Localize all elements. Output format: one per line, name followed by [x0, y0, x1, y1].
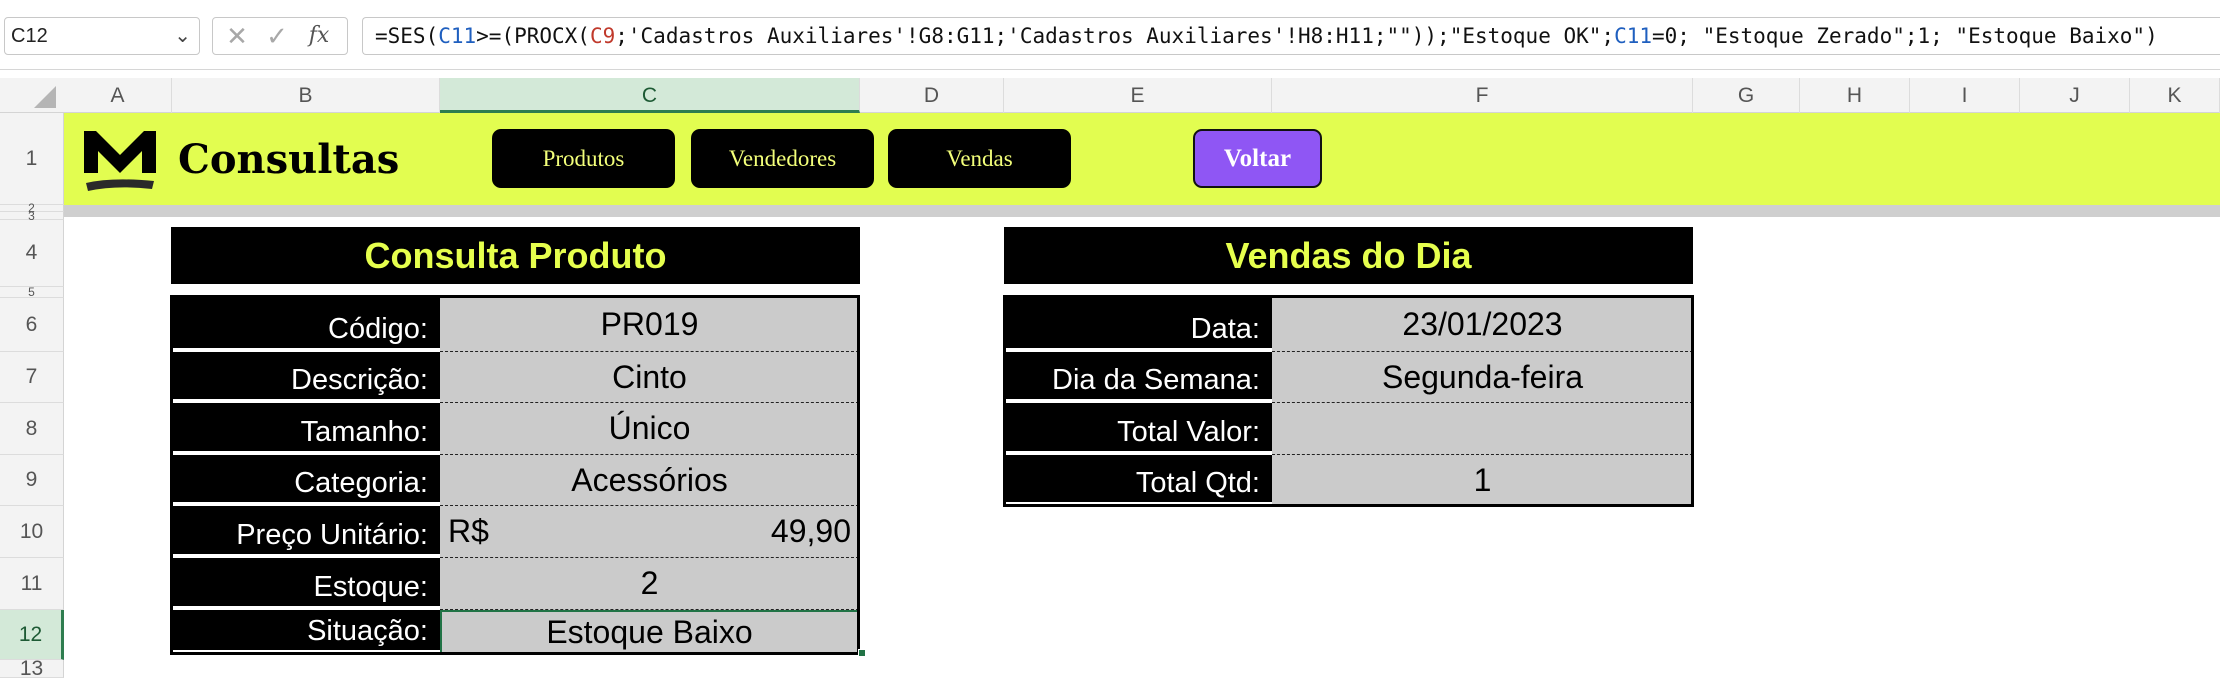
chevron-down-icon[interactable]: ⌄ [174, 18, 191, 54]
column-header-d[interactable]: D [860, 78, 1004, 113]
page-title: Consultas [178, 136, 400, 183]
name-box-value: C12 [11, 25, 48, 47]
row-header-12[interactable]: 12 [0, 610, 64, 660]
select-all-icon [34, 86, 56, 108]
currency-symbol: R$ [448, 513, 489, 549]
vendas-field-label: Data: [1004, 298, 1272, 348]
formula-bar: C12 ⌄ ✕ ✓ fx =SES(C11>=(PROCX(C9;'Cadast… [0, 0, 2220, 70]
formula-token: ;'Cadastros Auxiliares'!G8:G11;'Cadastro… [615, 24, 1615, 48]
formula-controls: ✕ ✓ fx [212, 17, 348, 55]
insert-function-icon[interactable]: fx [301, 18, 337, 54]
produto-field-label: Descrição: [171, 352, 440, 399]
row-header-5[interactable]: 5 [0, 285, 64, 299]
formula-token: C11 [438, 24, 477, 48]
produto-field-label: Categoria: [171, 455, 440, 502]
row-header-6[interactable]: 6 [0, 298, 64, 352]
column-header-h[interactable]: H [1800, 78, 1910, 113]
m-logo-icon [82, 127, 158, 193]
row-divider [171, 650, 440, 654]
row-header-10[interactable]: 10 [0, 506, 64, 558]
fill-handle[interactable] [858, 649, 866, 657]
produto-field-value[interactable]: R$ 49,90 [440, 506, 859, 558]
vendas-field-value[interactable]: Segunda-feira [1272, 352, 1693, 403]
column-header-j[interactable]: J [2020, 78, 2130, 113]
vendas-field-value[interactable] [1272, 403, 1693, 455]
name-box[interactable]: C12 ⌄ [4, 17, 200, 55]
row-header-3[interactable]: 3 [0, 209, 64, 223]
row-header-9[interactable]: 9 [0, 455, 64, 506]
produto-field-value[interactable]: Acessórios [440, 455, 859, 506]
vendas-field-label: Total Qtd: [1004, 455, 1272, 502]
formula-token: =SES( [375, 24, 439, 48]
column-header-c[interactable]: C [440, 78, 860, 113]
column-header-e[interactable]: E [1004, 78, 1272, 113]
row-header-11[interactable]: 11 [0, 558, 64, 610]
produto-field-label: Situação: [171, 610, 440, 650]
vendas-field-label: Total Valor: [1004, 403, 1272, 451]
column-header-b[interactable]: B [172, 78, 440, 113]
formula-input[interactable]: =SES(C11>=(PROCX(C9;'Cadastros Auxiliare… [362, 17, 2220, 55]
banner-divider [64, 205, 2220, 217]
vendas-field-value[interactable]: 23/01/2023 [1272, 298, 1693, 352]
row-header-13[interactable]: 13 [0, 657, 64, 680]
vendas-do-dia-title: Vendas do Dia [1004, 227, 1693, 284]
produto-field-label: Código: [171, 298, 440, 348]
column-header-i[interactable]: I [1910, 78, 2020, 113]
produto-field-value[interactable]: Único [440, 403, 859, 455]
produto-field-value[interactable]: Cinto [440, 352, 859, 403]
column-header-g[interactable]: G [1693, 78, 1800, 113]
formula-token: =0; "Estoque Zerado";1; "Estoque Baixo") [1652, 24, 2158, 48]
produto-field-value[interactable]: PR019 [440, 298, 859, 352]
column-header-k[interactable]: K [2130, 78, 2220, 113]
produto-field-label: Estoque: [171, 558, 440, 606]
produto-field-label: Preço Unitário: [171, 506, 440, 554]
formula-token: C11 [1614, 24, 1652, 48]
price-value: 49,90 [770, 513, 851, 549]
column-header-bar: ABCDEFGHIJK [0, 78, 2220, 113]
consulta-produto-title: Consulta Produto [171, 227, 860, 284]
vendas-field-value[interactable]: 1 [1272, 455, 1693, 506]
row-header-8[interactable]: 8 [0, 403, 64, 455]
cancel-icon[interactable]: ✕ [219, 18, 255, 54]
row-header-4[interactable]: 4 [0, 220, 64, 287]
column-header-f[interactable]: F [1272, 78, 1693, 113]
row-header-7[interactable]: 7 [0, 352, 64, 403]
vendedores-button[interactable]: Vendedores [691, 129, 874, 188]
produtos-button[interactable]: Produtos [492, 129, 675, 188]
vendas-button[interactable]: Vendas [888, 129, 1071, 188]
select-all-corner[interactable] [0, 78, 64, 113]
formula-token: C9 [589, 24, 616, 48]
voltar-button[interactable]: Voltar [1193, 129, 1322, 188]
produto-field-value[interactable]: 2 [440, 558, 859, 610]
row-divider [1004, 502, 1272, 506]
produto-field-value[interactable]: Estoque Baixo [440, 610, 859, 654]
row-header-1[interactable]: 1 [0, 113, 64, 205]
column-header-a[interactable]: A [64, 78, 172, 113]
formula-token: >=(PROCX( [476, 24, 590, 48]
vendas-field-label: Dia da Semana: [1004, 352, 1272, 399]
enter-icon[interactable]: ✓ [259, 18, 295, 54]
produto-field-label: Tamanho: [171, 403, 440, 451]
